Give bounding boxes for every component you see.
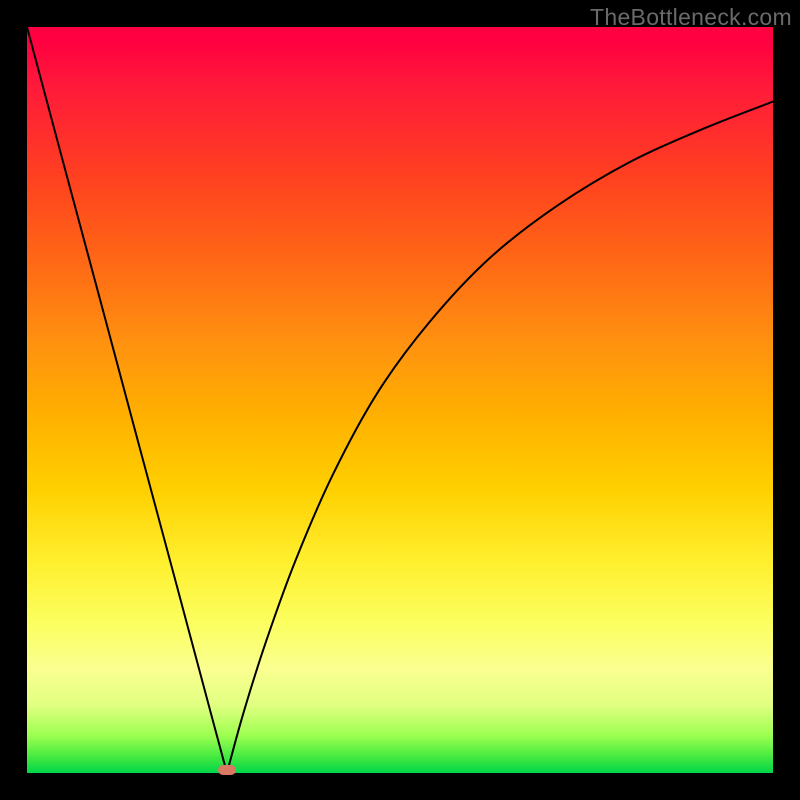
chart-frame: TheBottleneck.com [0,0,800,800]
plot-area [27,27,773,773]
bottleneck-curve [27,27,773,773]
watermark-text: TheBottleneck.com [590,4,792,31]
dip-marker [218,765,236,775]
